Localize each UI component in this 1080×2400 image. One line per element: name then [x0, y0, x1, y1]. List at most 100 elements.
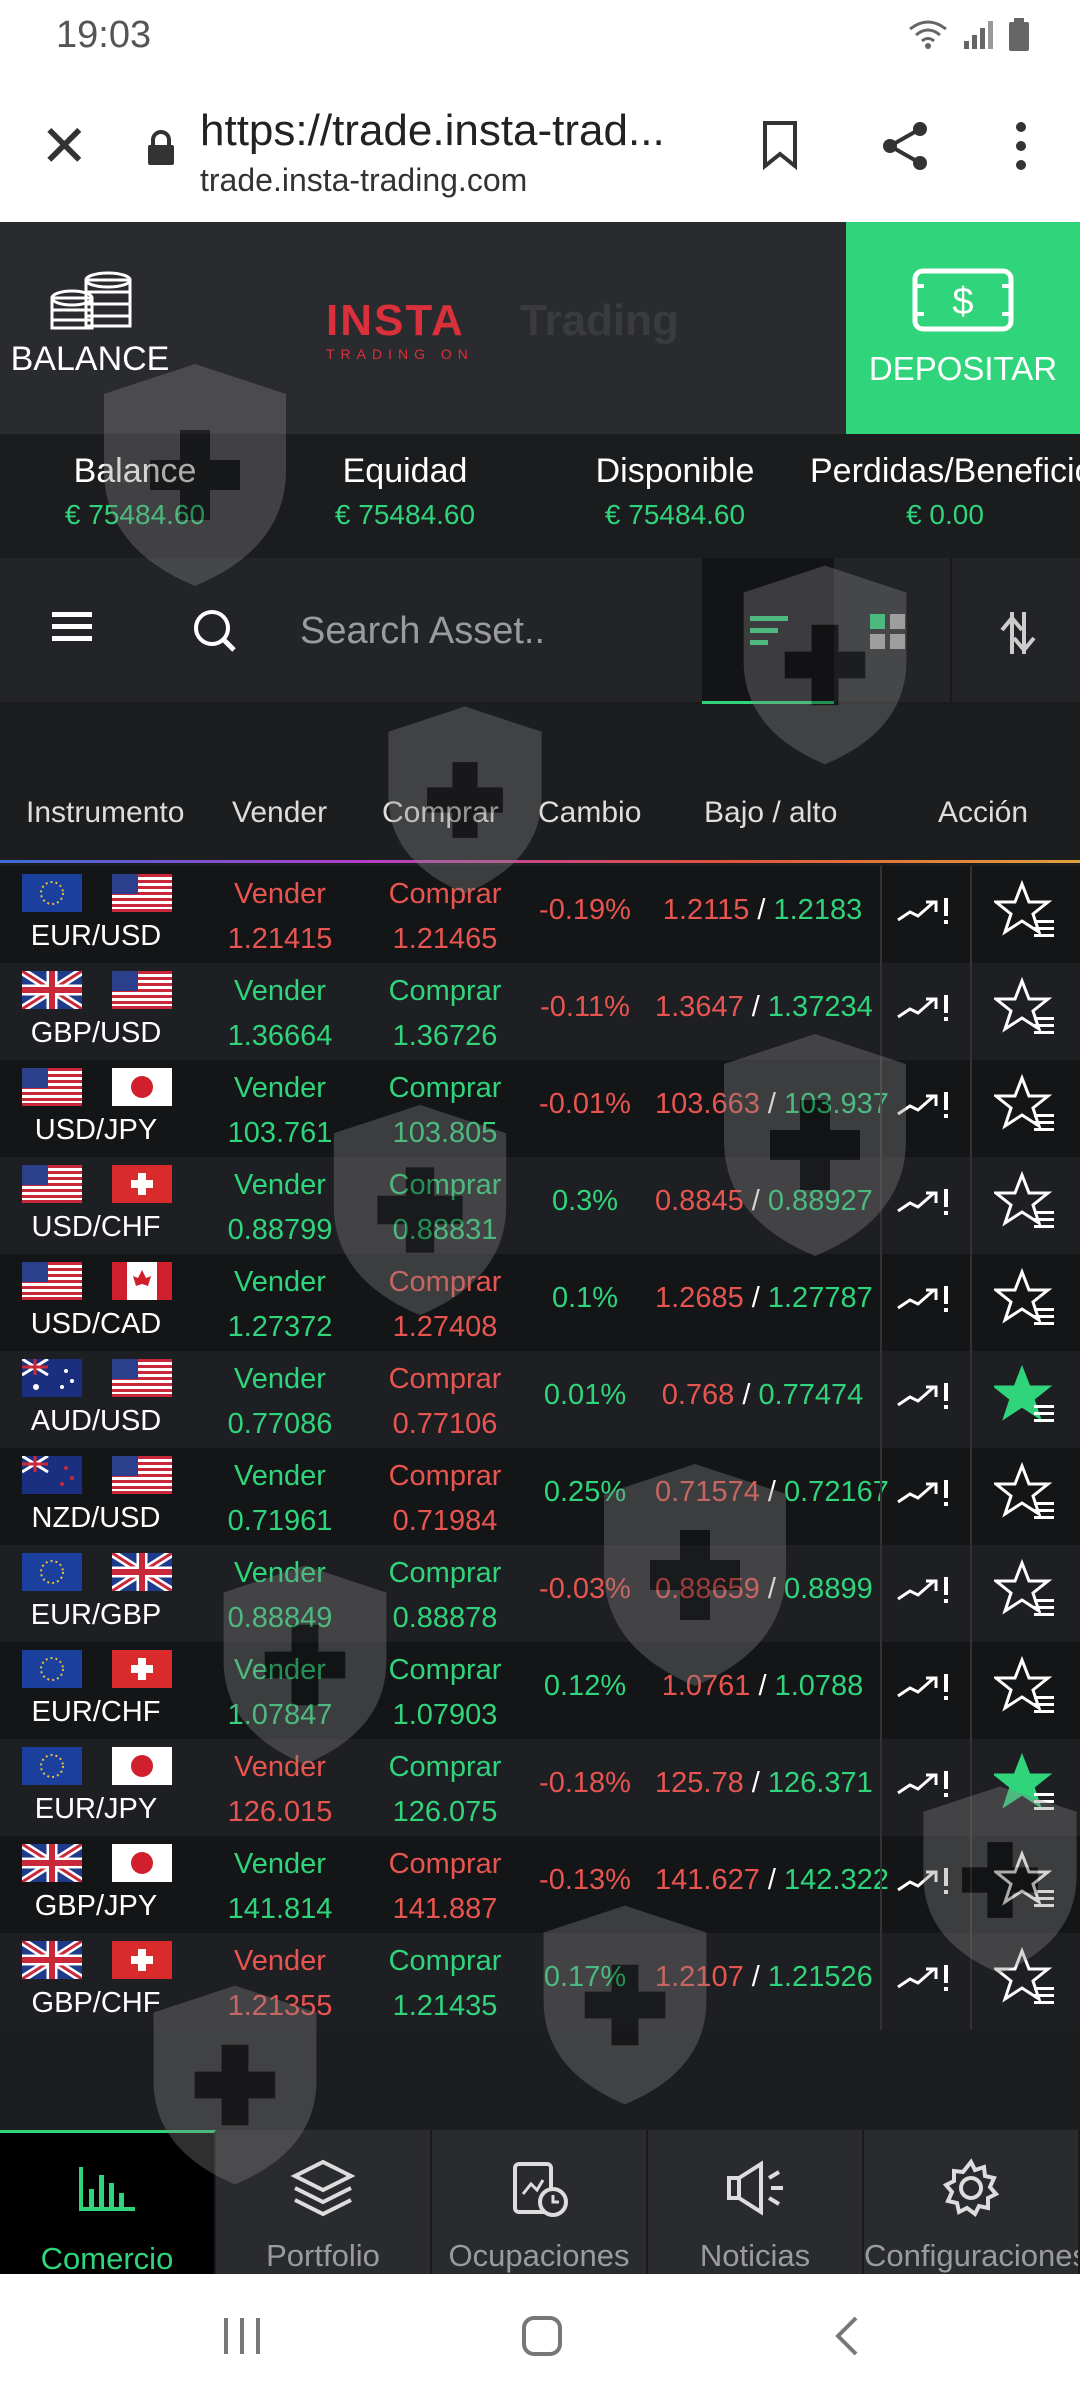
stat-available: Disponible € 75484.60 [595, 452, 755, 530]
instrument-pair: AUD/USD [30, 1405, 162, 1437]
sell-button[interactable]: Vender 1.27372 [210, 1260, 350, 1350]
buy-button[interactable]: Comprar 0.88878 [370, 1551, 520, 1641]
hamburger-menu-icon[interactable] [52, 610, 92, 644]
balance-label: BALANCE [10, 340, 170, 378]
buy-button[interactable]: Comprar 141.887 [370, 1842, 520, 1932]
buy-button[interactable]: Comprar 1.36726 [370, 969, 520, 1059]
search-input[interactable] [300, 598, 680, 664]
instrument-row[interactable]: EUR/JPY Vender 126.015 Comprar 126.075 -0.18%… [0, 1739, 1080, 1836]
us-flag-icon [112, 874, 172, 912]
nav-tab-portfolio[interactable]: Portfolio [216, 2130, 432, 2274]
price-alert-button[interactable] [880, 1351, 972, 1448]
share-icon[interactable] [880, 120, 932, 172]
buy-button[interactable]: Comprar 0.88831 [370, 1163, 520, 1253]
instrument-row[interactable]: GBP/JPY Vender 141.814 Comprar 141.887 -0.13%… [0, 1836, 1080, 1933]
chart-alert-icon [897, 1965, 948, 1991]
price-alert-button[interactable] [880, 1836, 972, 1933]
sell-button[interactable]: Vender 103.761 [210, 1066, 350, 1156]
sell-button[interactable]: Vender 1.07847 [210, 1648, 350, 1738]
back-icon[interactable] [826, 2314, 870, 2358]
nav-tab-comercio[interactable]: Comercio [0, 2130, 216, 2274]
instrument-list: EUR/USD Vender 1.21415 Comprar 1.21465 -0.19%… [0, 866, 1080, 2030]
buy-button[interactable]: Comprar 126.075 [370, 1745, 520, 1835]
instrument-row[interactable]: USD/CHF Vender 0.88799 Comprar 0.88831 0.3% 0.… [0, 1157, 1080, 1254]
sell-button[interactable]: Vender 141.814 [210, 1842, 350, 1932]
sell-button[interactable]: Vender 1.36664 [210, 969, 350, 1059]
favorite-button[interactable] [976, 1739, 1080, 1836]
chart-bars-icon [79, 2167, 135, 2211]
sell-button[interactable]: Vender 1.21415 [210, 872, 350, 962]
instrument-row[interactable]: EUR/CHF Vender 1.07847 Comprar 1.07903 0.12% 1… [0, 1642, 1080, 1739]
price-alert-button[interactable] [880, 1060, 972, 1157]
sell-button[interactable]: Vender 1.21355 [210, 1939, 350, 2029]
header-action: Acción [938, 796, 1029, 829]
sell-button[interactable]: Vender 0.71961 [210, 1454, 350, 1544]
sell-button[interactable]: Vender 0.88849 [210, 1551, 350, 1641]
buy-button[interactable]: Comprar 103.805 [370, 1066, 520, 1156]
instrument-row[interactable]: EUR/USD Vender 1.21415 Comprar 1.21465 -0.19%… [0, 866, 1080, 963]
search-icon[interactable] [190, 606, 238, 654]
price-alert-button[interactable] [880, 963, 972, 1060]
instrument-row[interactable]: AUD/USD Vender 0.77086 Comprar 0.77106 0.01% 0… [0, 1351, 1080, 1448]
buy-button[interactable]: Comprar 1.27408 [370, 1260, 520, 1350]
favorite-button[interactable] [976, 1060, 1080, 1157]
favorite-button[interactable] [976, 1836, 1080, 1933]
favorite-button[interactable] [976, 866, 1080, 963]
price-alert-button[interactable] [880, 1448, 972, 1545]
recents-icon[interactable] [220, 2314, 264, 2358]
deposit-button[interactable]: $ DEPOSITAR [846, 222, 1080, 434]
instrument-pair: GBP/JPY [34, 1890, 158, 1922]
sell-button[interactable]: Vender 126.015 [210, 1745, 350, 1835]
instrument-row[interactable]: NZD/USD Vender 0.71961 Comprar 0.71984 0.25% 0… [0, 1448, 1080, 1545]
favorite-button[interactable] [976, 1351, 1080, 1448]
close-tab-button[interactable]: ✕ [40, 118, 89, 176]
instrument-row[interactable]: EUR/GBP Vender 0.88849 Comprar 0.88878 -0.03%… [0, 1545, 1080, 1642]
sell-button[interactable]: Vender 0.77086 [210, 1357, 350, 1447]
sell-button[interactable]: Vender 0.88799 [210, 1163, 350, 1253]
favorite-button[interactable] [976, 1545, 1080, 1642]
chart-alert-icon [897, 1577, 948, 1603]
price-alert-button[interactable] [880, 1739, 972, 1836]
favorite-button[interactable] [976, 1254, 1080, 1351]
price-alert-button[interactable] [880, 1157, 972, 1254]
more-vert-icon[interactable] [1006, 120, 1036, 172]
low-high-value: 141.627 / 142.322 [655, 1864, 889, 1896]
buy-button[interactable]: Comprar 1.07903 [370, 1648, 520, 1738]
instrument-row[interactable]: GBP/CHF Vender 1.21355 Comprar 1.21435 0.17% 1… [0, 1933, 1080, 2030]
price-alert-button[interactable] [880, 1933, 972, 2030]
balance-button[interactable]: BALANCE [0, 222, 180, 434]
chart-alert-icon [897, 898, 948, 924]
home-icon[interactable] [520, 2314, 564, 2358]
favorite-button[interactable] [976, 1157, 1080, 1254]
instrument-row[interactable]: USD/CAD Vender 1.27372 Comprar 1.27408 0.1% 1.… [0, 1254, 1080, 1351]
url-text[interactable]: https://trade.insta-trad... [200, 106, 700, 156]
account-stats: Balance € 75484.60 Equidad € 75484.60 Disp… [0, 434, 1080, 558]
nav-tab-noticias[interactable]: Noticias [648, 2130, 864, 2274]
status-bar: 19:03 [0, 0, 1080, 70]
price-alert-button[interactable] [880, 1642, 972, 1739]
sort-toggle[interactable] [950, 558, 1080, 704]
instrument-row[interactable]: GBP/USD Vender 1.36664 Comprar 1.36726 -0.11%… [0, 963, 1080, 1060]
instrument-row[interactable]: USD/JPY Vender 103.761 Comprar 103.805 -0.01%… [0, 1060, 1080, 1157]
price-alert-button[interactable] [880, 866, 972, 963]
buy-button[interactable]: Comprar 0.71984 [370, 1454, 520, 1544]
lock-icon [148, 130, 174, 165]
price-alert-button[interactable] [880, 1254, 972, 1351]
megaphone-icon [727, 2160, 783, 2216]
japan-flag-icon [112, 1068, 172, 1106]
nav-tab-ocupaciones[interactable]: Ocupaciones [432, 2130, 648, 2274]
star-list-icon [994, 1365, 1054, 1422]
favorite-button[interactable] [976, 1933, 1080, 2030]
favorite-button[interactable] [976, 963, 1080, 1060]
buy-button[interactable]: Comprar 1.21435 [370, 1939, 520, 2029]
favorite-button[interactable] [976, 1642, 1080, 1739]
bookmark-icon[interactable] [760, 120, 800, 170]
nav-tab-configuraciones[interactable]: Configuraciones [864, 2130, 1080, 2274]
price-alert-button[interactable] [880, 1545, 972, 1642]
grid-view-toggle[interactable] [834, 558, 946, 704]
buy-button[interactable]: Comprar 1.21465 [370, 872, 520, 962]
favorite-button[interactable] [976, 1448, 1080, 1545]
buy-button[interactable]: Comprar 0.77106 [370, 1357, 520, 1447]
list-view-toggle[interactable] [702, 558, 834, 704]
us-flag-icon [22, 1262, 82, 1300]
